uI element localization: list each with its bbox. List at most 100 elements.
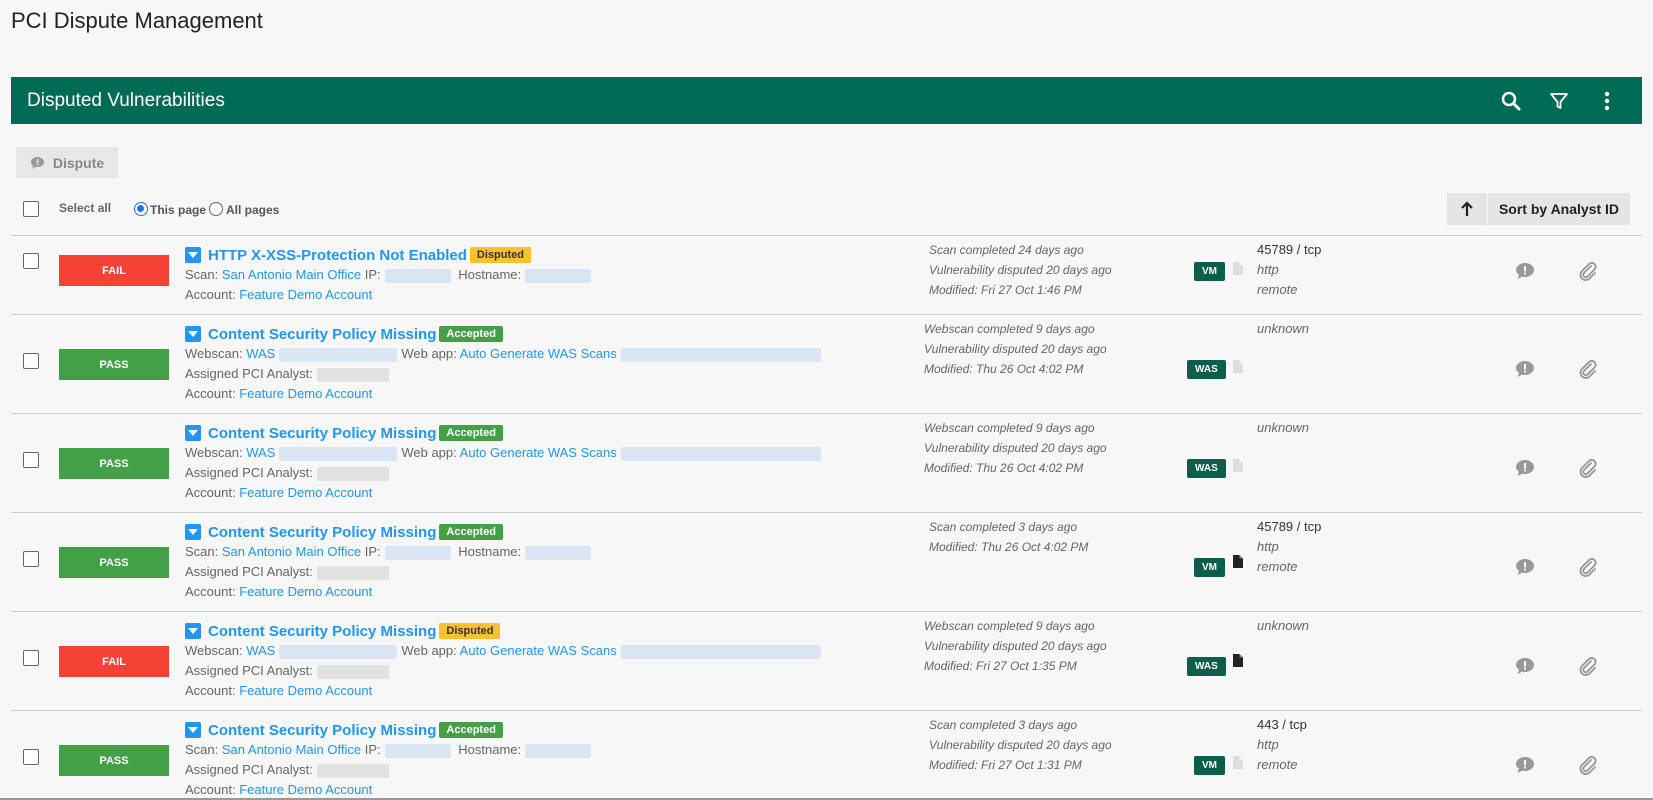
row-checkbox[interactable] [23, 353, 39, 369]
webapp-link[interactable]: Auto Generate WAS Scans [460, 346, 617, 361]
hostname-label: Hostname: [458, 267, 522, 282]
table-row[interactable]: PASS Content Security Policy Missing Accep… [11, 710, 1642, 800]
scan-line: Webscan: WAS Web app: Auto Generate WAS S… [185, 641, 885, 661]
panel-header: Disputed Vulnerabilities [11, 77, 1642, 124]
table-row[interactable]: FAIL HTTP X-XSS-Protection Not Enabled Dis… [11, 235, 1642, 314]
row-checkbox[interactable] [23, 253, 39, 269]
paperclip-icon[interactable] [1577, 655, 1599, 677]
this-page-label: This page [150, 203, 207, 217]
vulnerability-title-link[interactable]: Content Security Policy Missing [208, 524, 436, 541]
scan-link[interactable]: San Antonio Main Office [222, 544, 361, 559]
webapp-link[interactable]: Auto Generate WAS Scans [460, 445, 617, 460]
scan-link[interactable]: San Antonio Main Office [222, 267, 361, 282]
port-info: 45789 / tcp http remote [1257, 517, 1321, 577]
paperclip-icon[interactable] [1577, 260, 1599, 282]
comment-alert-icon[interactable] [1514, 358, 1536, 380]
vulnerability-title-link[interactable]: Content Security Policy Missing [208, 623, 436, 640]
scan-link[interactable]: San Antonio Main Office [222, 742, 361, 757]
expand-icon[interactable] [185, 524, 201, 540]
status-badge: PASS [59, 547, 169, 578]
expand-icon[interactable] [185, 623, 201, 639]
analyst-line: Assigned PCI Analyst: [185, 463, 885, 483]
document-icon[interactable] [1233, 555, 1243, 568]
table-row[interactable]: FAIL Content Security Policy Missing Dispu… [11, 611, 1642, 710]
vulnerability-title-link[interactable]: Content Security Policy Missing [208, 425, 436, 442]
webapp-link[interactable]: Auto Generate WAS Scans [460, 643, 617, 658]
scan-label: Webscan: [185, 346, 243, 361]
row-checkbox[interactable] [23, 650, 39, 666]
comment-alert-icon[interactable] [1514, 457, 1536, 479]
account-link[interactable]: Feature Demo Account [239, 485, 372, 500]
redacted-value [279, 644, 398, 659]
scan-link[interactable]: WAS [246, 445, 275, 460]
expand-icon[interactable] [185, 425, 201, 441]
search-icon[interactable] [1500, 90, 1522, 112]
account-link[interactable]: Feature Demo Account [239, 683, 372, 698]
expand-icon[interactable] [185, 722, 201, 738]
document-icon[interactable] [1233, 360, 1243, 373]
scan-link[interactable]: WAS [246, 346, 275, 361]
title-line: Content Security Policy Missing Accepted [185, 522, 885, 542]
table-row[interactable]: PASS Content Security Policy Missing Accep… [11, 413, 1642, 512]
select-all-checkbox[interactable] [23, 201, 39, 217]
account-label: Account: [185, 584, 236, 599]
scan-link[interactable]: WAS [246, 643, 275, 658]
expand-icon[interactable] [185, 247, 201, 263]
analyst-line: Assigned PCI Analyst: [185, 364, 885, 384]
account-line: Account: Feature Demo Account [185, 285, 885, 305]
redacted-value [279, 347, 398, 362]
document-icon[interactable] [1233, 262, 1243, 275]
paperclip-icon[interactable] [1577, 556, 1599, 578]
panel-title: Disputed Vulnerabilities [27, 89, 225, 111]
ip-label: IP: [364, 544, 381, 559]
filter-icon[interactable] [1548, 90, 1570, 112]
vulnerability-title-link[interactable]: Content Security Policy Missing [208, 326, 436, 343]
scan-line: Scan: San Antonio Main Office IP: Hostna… [185, 740, 885, 760]
webapp-label: Web app: [401, 445, 457, 460]
document-icon[interactable] [1233, 654, 1243, 667]
vulnerability-info: Content Security Policy Missing Disputed W… [185, 621, 885, 701]
timeline-entry: Modified: Thu 26 Oct 4:02 PM [924, 362, 1084, 376]
service-value: http [1257, 737, 1279, 752]
expand-icon[interactable] [185, 326, 201, 342]
account-link[interactable]: Feature Demo Account [239, 584, 372, 599]
row-checkbox[interactable] [23, 551, 39, 567]
title-line: Content Security Policy Missing Accepted [185, 720, 885, 740]
sort-by-button[interactable]: Sort by Analyst ID [1488, 193, 1630, 225]
sort-direction-button[interactable] [1447, 193, 1487, 225]
redacted-value [525, 268, 592, 283]
table-row[interactable]: PASS Content Security Policy Missing Accep… [11, 512, 1642, 611]
table-row[interactable]: PASS Content Security Policy Missing Accep… [11, 314, 1642, 413]
row-checkbox[interactable] [23, 749, 39, 765]
account-label: Account: [185, 386, 236, 401]
all-pages-label: All pages [226, 203, 280, 217]
dispute-status-tag: Accepted [439, 722, 503, 738]
all-pages-radio[interactable] [209, 202, 223, 216]
account-link[interactable]: Feature Demo Account [239, 386, 372, 401]
comment-alert-icon[interactable] [1514, 655, 1536, 677]
comment-alert-icon[interactable] [1514, 260, 1536, 282]
comment-alert-icon[interactable] [1514, 556, 1536, 578]
comment-alert-icon[interactable] [1514, 754, 1536, 776]
analyst-line: Assigned PCI Analyst: [185, 661, 885, 681]
analyst-label: Assigned PCI Analyst: [185, 564, 313, 579]
activity-timeline: Webscan completed 9 days ago Vulnerabilit… [924, 319, 1107, 379]
document-icon[interactable] [1233, 459, 1243, 472]
more-vert-icon[interactable] [1596, 90, 1618, 112]
account-link[interactable]: Feature Demo Account [239, 782, 372, 797]
paperclip-icon[interactable] [1577, 754, 1599, 776]
paperclip-icon[interactable] [1577, 358, 1599, 380]
row-checkbox[interactable] [23, 452, 39, 468]
vulnerability-title-link[interactable]: HTTP X-XSS-Protection Not Enabled [208, 247, 467, 264]
account-line: Account: Feature Demo Account [185, 681, 885, 701]
scan-label: Scan: [185, 544, 219, 559]
this-page-radio[interactable] [134, 202, 148, 216]
timeline-entry: Vulnerability disputed 20 days ago [929, 263, 1112, 277]
vulnerability-info: Content Security Policy Missing Accepted W… [185, 423, 885, 503]
document-icon[interactable] [1233, 756, 1243, 769]
analyst-line: Assigned PCI Analyst: [185, 760, 885, 780]
paperclip-icon[interactable] [1577, 457, 1599, 479]
vulnerability-title-link[interactable]: Content Security Policy Missing [208, 722, 436, 739]
account-link[interactable]: Feature Demo Account [239, 287, 372, 302]
dispute-button[interactable]: Dispute [16, 147, 118, 178]
